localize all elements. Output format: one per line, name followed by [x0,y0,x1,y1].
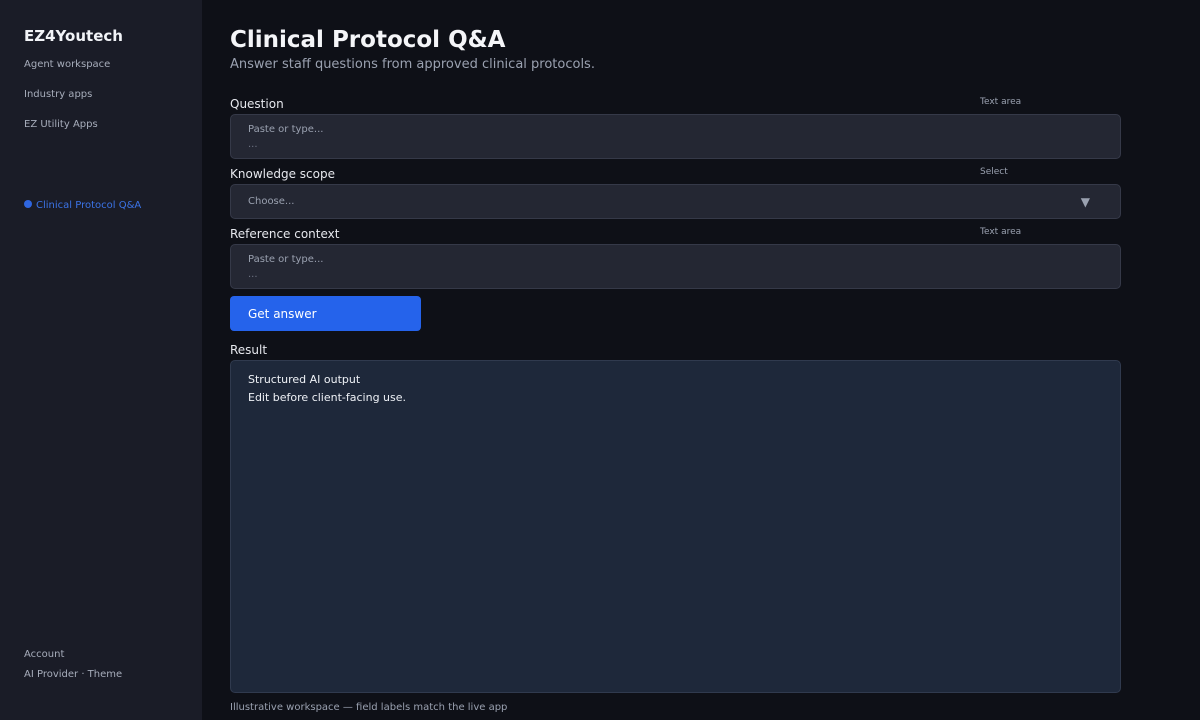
get-answer-button[interactable]: Get answer [230,296,421,331]
question-placeholder: Paste or type... [248,124,324,135]
result-label: Result [230,343,268,357]
active-dot-icon [24,200,32,208]
sidebar: EZ4Youtech Agent workspace Industry apps… [0,0,202,720]
main-panel: Clinical Protocol Q&A Answer staff quest… [202,0,1200,720]
question-label: Question [230,97,284,111]
scope-placeholder: Choose... [248,196,295,207]
scope-select[interactable]: Choose... ▼ [230,184,1121,219]
nav-item-clinical-protocol-qa[interactable]: Clinical Protocol Q&A [24,200,141,211]
scope-kind: Select [980,167,1008,177]
question-placeholder-line2: ... [248,139,258,150]
context-textarea[interactable]: Paste or type... ... [230,244,1121,289]
result-panel: Structured AI output Edit before client-… [230,360,1121,693]
context-label: Reference context [230,227,340,241]
ai-provider-theme-link[interactable]: AI Provider · Theme [24,669,122,680]
question-textarea[interactable]: Paste or type... ... [230,114,1121,159]
account-link[interactable]: Account [24,649,64,660]
result-line-1: Structured AI output [248,373,361,386]
nav-item-ez-utility-apps[interactable]: EZ Utility Apps [24,119,98,130]
footnote: Illustrative workspace — field labels ma… [230,702,508,713]
page-subtitle: Answer staff questions from approved cli… [230,57,595,72]
brand-logo-text: EZ4Youtech [24,27,123,45]
context-kind: Text area [980,227,1022,237]
nav-item-agent-workspace[interactable]: Agent workspace [24,59,110,70]
page-title: Clinical Protocol Q&A [230,27,506,53]
nav-item-industry-apps[interactable]: Industry apps [24,89,92,100]
nav-active-label: Clinical Protocol Q&A [36,200,142,211]
context-placeholder: Paste or type... [248,254,324,265]
context-placeholder-line2: ... [248,269,258,280]
result-line-2: Edit before client-facing use. [248,391,407,404]
scope-label: Knowledge scope [230,167,335,181]
question-kind: Text area [980,97,1022,107]
chevron-down-icon: ▼ [1080,195,1090,209]
